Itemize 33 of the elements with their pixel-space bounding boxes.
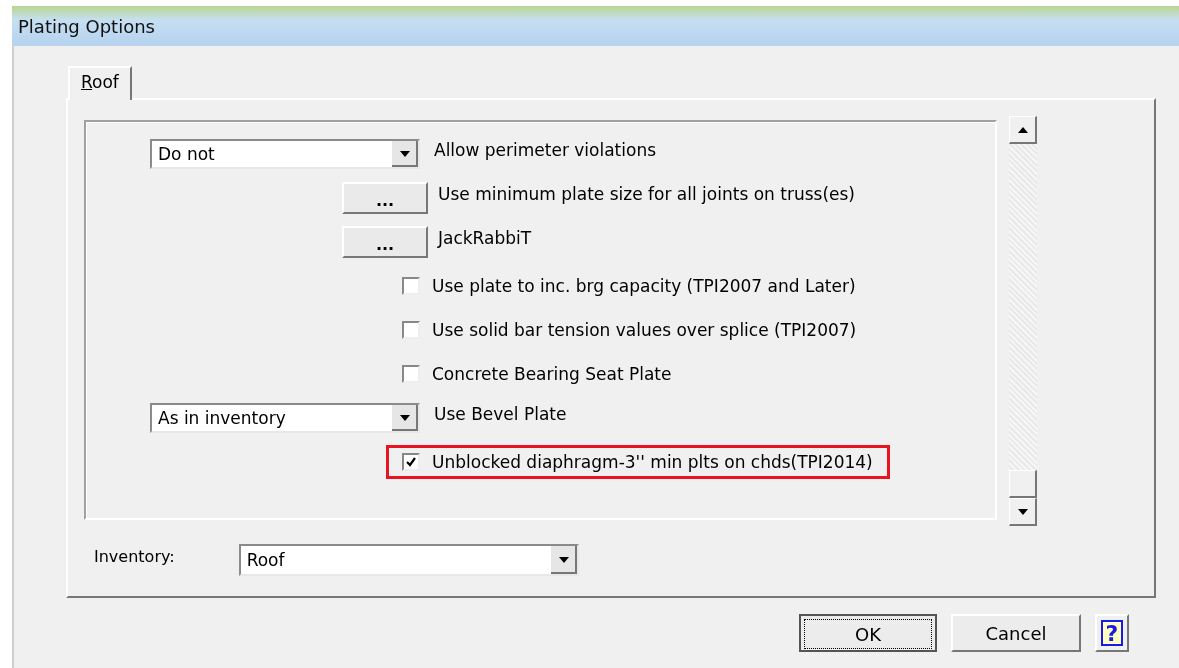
scroll-thumb[interactable]	[1009, 470, 1037, 498]
caret-icon	[400, 415, 410, 421]
option-label: JackRabbiT	[438, 228, 532, 248]
checkmark-icon	[405, 456, 417, 468]
tab[interactable]: Roof	[68, 66, 132, 100]
ok-button[interactable]: OK	[799, 614, 937, 652]
caret-icon	[400, 151, 410, 157]
option-label: Allow perimeter violations	[434, 140, 657, 160]
down-arrow-icon	[1017, 508, 1028, 515]
inventory-dropdown[interactable]: Roof	[238, 544, 579, 576]
checkbox[interactable]	[402, 365, 420, 383]
dropdown[interactable]: Do not	[150, 139, 420, 169]
option-label: Concrete Bearing Seat Plate	[432, 364, 672, 384]
option-label: Unblocked diaphragm-3'' min plts on chds(TPI2014)	[432, 452, 873, 472]
option-label: Use minimum plate size for all joints on truss(es)	[438, 184, 855, 204]
window-title: Plating Options	[18, 15, 155, 37]
checkbox[interactable]	[402, 277, 420, 295]
option-label: Use Bevel Plate	[434, 404, 567, 424]
checkbox[interactable]	[402, 453, 420, 471]
ellipsis-button[interactable]: ...	[342, 182, 428, 214]
scroll-down-button[interactable]	[1009, 498, 1037, 526]
scroll-up-button[interactable]	[1009, 116, 1037, 144]
scrollbar[interactable]	[1009, 116, 1037, 526]
cancel-button[interactable]: Cancel	[951, 614, 1081, 652]
option-label: Use solid bar tension values over splice (TPI2007)	[432, 320, 857, 340]
inventory-label: Inventory:	[94, 546, 175, 566]
up-arrow-icon	[1017, 126, 1028, 133]
dropdown[interactable]: As in inventory	[150, 403, 420, 433]
option-label: Use plate to inc. brg capacity (TPI2007 and Later)	[432, 276, 856, 296]
ellipsis-button[interactable]: ...	[342, 226, 428, 258]
help-button[interactable]: ?	[1095, 614, 1129, 652]
checkbox[interactable]	[402, 321, 420, 339]
caret-icon	[558, 557, 569, 563]
